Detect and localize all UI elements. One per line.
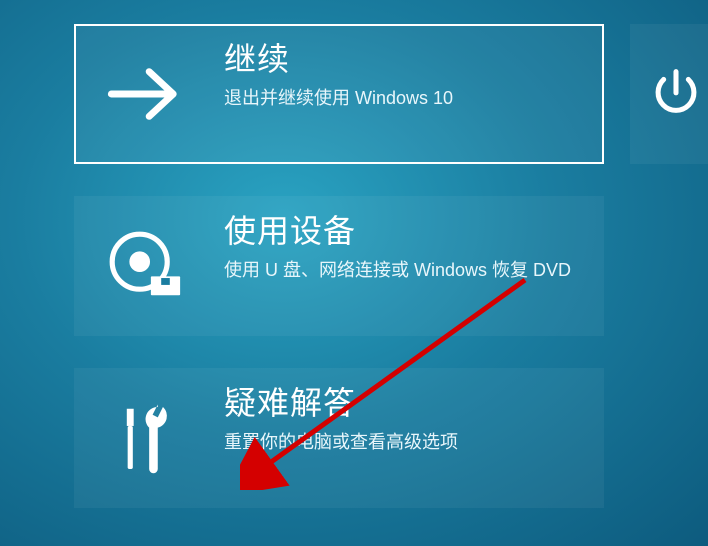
continue-subtitle: 退出并继续使用 Windows 10	[224, 86, 453, 110]
disc-drive-icon	[74, 196, 214, 336]
use-device-subtitle: 使用 U 盘、网络连接或 Windows 恢复 DVD	[224, 258, 571, 282]
troubleshoot-text: 疑难解答 重置你的电脑或查看高级选项	[214, 368, 478, 454]
continue-text: 继续 退出并继续使用 Windows 10	[214, 24, 473, 110]
continue-tile[interactable]: 继续 退出并继续使用 Windows 10	[74, 24, 604, 164]
power-tile[interactable]	[630, 24, 708, 164]
use-device-text: 使用设备 使用 U 盘、网络连接或 Windows 恢复 DVD	[214, 196, 591, 282]
use-device-tile[interactable]: 使用设备 使用 U 盘、网络连接或 Windows 恢复 DVD	[74, 196, 604, 336]
troubleshoot-tile[interactable]: 疑难解答 重置你的电脑或查看高级选项	[74, 368, 604, 508]
power-icon	[648, 66, 704, 122]
continue-title: 继续	[224, 34, 453, 80]
troubleshoot-title: 疑难解答	[224, 378, 458, 424]
arrow-right-icon	[74, 24, 214, 164]
use-device-title: 使用设备	[224, 206, 571, 252]
troubleshoot-subtitle: 重置你的电脑或查看高级选项	[224, 430, 458, 454]
tools-icon	[74, 368, 214, 508]
recovery-options-screen: 继续 退出并继续使用 Windows 10	[0, 0, 708, 546]
